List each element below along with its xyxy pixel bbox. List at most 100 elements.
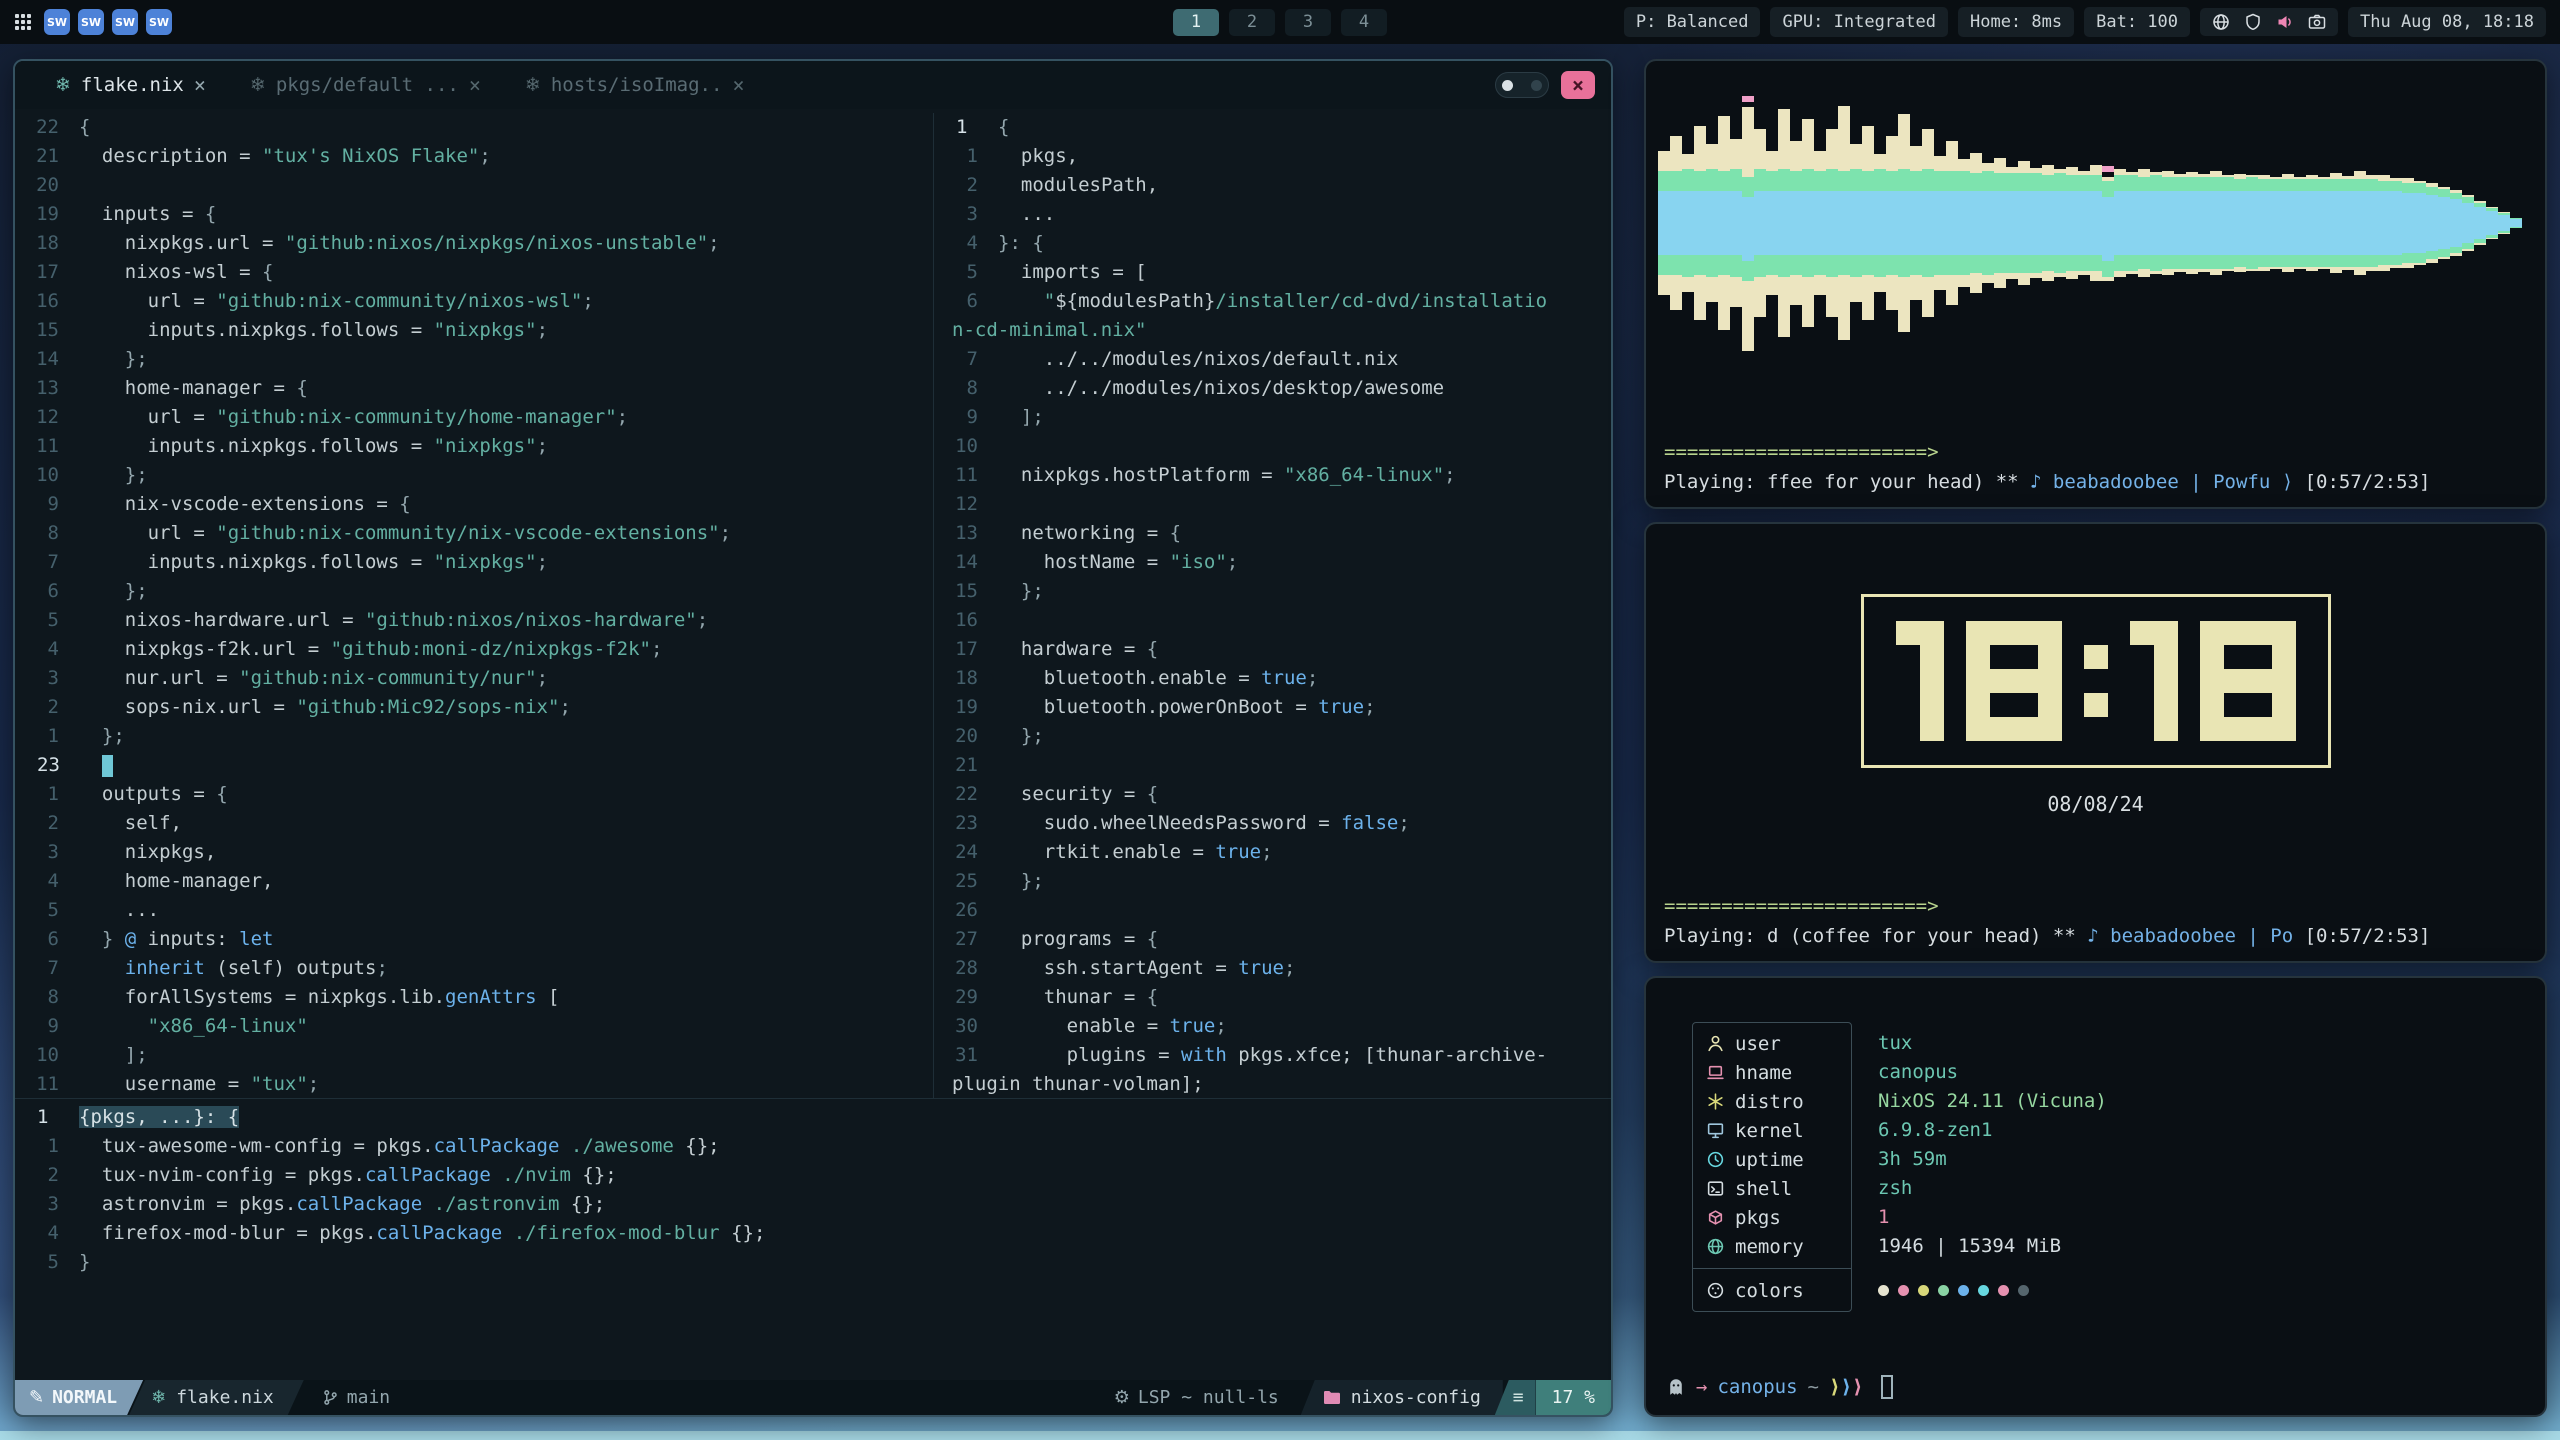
screenshot-icon[interactable] [2308, 13, 2326, 31]
fetch-value: zsh [1878, 1174, 2107, 1203]
code-line: 7 inherit (self) outputs; [15, 954, 933, 983]
close-tab-icon[interactable]: × [194, 73, 206, 97]
visualizer-bar [2066, 73, 2078, 373]
code-line: 5 nixos-hardware.url = "github:nixos/nix… [15, 606, 933, 635]
visualizer-bar [2366, 73, 2378, 373]
code-line: 23 [15, 751, 933, 780]
buffer-tabs: ❄flake.nix× ❄pkgs/default ...× ❄hosts/isoI… [55, 73, 744, 97]
clock-digit [1966, 621, 2062, 741]
status-pills: P: BalancedGPU: IntegratedHome: 8msBat: … [1624, 7, 2190, 37]
visualizer-bar [2090, 73, 2102, 373]
code-line: plugin thunar-volman]; [934, 1070, 1611, 1098]
nix-icon: ❄ [525, 74, 541, 96]
visualizer-bar [2294, 73, 2306, 373]
code-line: 3 nur.url = "github:nix-community/nur"; [15, 664, 933, 693]
neovim-window: ❄flake.nix×❄pkgs/default ...×❄hosts/isoI… [13, 59, 1613, 1417]
workspace-app-icon[interactable]: SW [112, 9, 138, 35]
code-line: 1{pkgs, ...}: { [15, 1103, 1611, 1132]
code-line: 9 ]; [934, 403, 1611, 432]
shell-prompt[interactable]: → canopus ~ ⟩⟩⟩ [1666, 1375, 1893, 1399]
code-line: 24 rtkit.enable = true; [934, 838, 1611, 867]
audio-visualizer [1658, 73, 2545, 373]
code-line: 28 ssh.startAgent = true; [934, 954, 1611, 983]
visualizer-bar [2210, 73, 2222, 373]
clock[interactable]: Thu Aug 08, 18:18 [2348, 7, 2546, 37]
close-tab-icon[interactable]: × [732, 73, 744, 97]
visualizer-bar [2474, 73, 2486, 373]
visualizer-bar [2174, 73, 2186, 373]
terminal-cursor [1881, 1375, 1893, 1399]
visualizer-bar [2102, 73, 2114, 373]
code-line: 10 [934, 432, 1611, 461]
visualizer-bar [2270, 73, 2282, 373]
visualizer-bar [2054, 73, 2066, 373]
palette-dot [1938, 1285, 1949, 1296]
user-icon [1706, 1034, 1725, 1053]
code-line: 1 tux-awesome-wm-config = pkgs.callPacka… [15, 1132, 1611, 1161]
clock-digit [2084, 621, 2108, 741]
editor-cursor [102, 755, 113, 777]
tag-button[interactable]: 3 [1285, 9, 1331, 36]
visualizer-bar [1910, 73, 1922, 373]
buffer-tab[interactable]: ❄flake.nix× [55, 73, 206, 97]
code-line: 27 programs = { [934, 925, 1611, 954]
workspace-app-icon[interactable]: SW [44, 9, 70, 35]
code-line: n-cd-minimal.nix" [934, 316, 1611, 345]
workspace-app-icon[interactable]: SW [78, 9, 104, 35]
buffer-tab[interactable]: ❄hosts/isoImag..× [525, 73, 745, 97]
close-window-button[interactable]: × [1561, 71, 1595, 99]
code-line: 3 astronvim = pkgs.callPackage ./astronv… [15, 1190, 1611, 1219]
status-pill: Bat: 100 [2084, 7, 2190, 37]
pane-iso-image[interactable]: 1{1 pkgs,2 modulesPath,3 ...4}: {5 impor… [934, 113, 1611, 1098]
visualizer-bar [1658, 73, 1670, 373]
code-line: 6 }; [15, 577, 933, 606]
volume-icon[interactable] [2276, 13, 2294, 31]
visualizer-bar [1730, 73, 1742, 373]
code-line: 20 [15, 171, 933, 200]
snowflake-icon [1706, 1092, 1725, 1111]
app-launcher-icon[interactable] [14, 13, 32, 31]
visualizer-bar [1922, 73, 1934, 373]
visualizer-bar [2114, 73, 2126, 373]
fetch-value: 1946 | 15394 MiB [1878, 1232, 2107, 1261]
fetch-label: user [1735, 1033, 1781, 1055]
code-line: 21 description = "tux's NixOS Flake"; [15, 142, 933, 171]
cava-visualizer-window: =======================> Playing: ffee f… [1644, 59, 2547, 509]
visualizer-bar [1898, 73, 1910, 373]
tag-button[interactable]: 4 [1341, 9, 1387, 36]
workspace-app-icon[interactable]: SW [146, 9, 172, 35]
topbar-right: P: BalancedGPU: IntegratedHome: 8msBat: … [1624, 7, 2546, 37]
clock-now-playing: =======================> Playing: d (cof… [1646, 895, 2545, 961]
tag-button[interactable]: 1 [1173, 9, 1219, 36]
code-line: 10 }; [15, 461, 933, 490]
shield-icon[interactable] [2244, 13, 2262, 31]
folder-icon [1323, 1390, 1341, 1405]
visualizer-bar [1970, 73, 1982, 373]
code-line: 14 hostName = "iso"; [934, 548, 1611, 577]
lsp-status: ⚙LSP ~ null-ls [1092, 1380, 1301, 1415]
visualizer-bar [2306, 73, 2318, 373]
code-line: 31 plugins = with pkgs.xfce; [thunar-arc… [934, 1041, 1611, 1070]
visualizer-bar [2018, 73, 2030, 373]
package-icon [1706, 1208, 1725, 1227]
visualizer-bar [2282, 73, 2294, 373]
topbar: SW SW SW SW 1234 P: BalancedGPU: Integrated… [0, 0, 2560, 44]
pane-pkgs-default[interactable]: 1{pkgs, ...}: {1 tux-awesome-wm-config =… [15, 1098, 1611, 1380]
theme-toggle[interactable] [1495, 72, 1549, 98]
close-tab-icon[interactable]: × [469, 73, 481, 97]
network-icon[interactable] [2212, 13, 2230, 31]
track-progress: =======================> [1664, 895, 2527, 917]
status-pill: GPU: Integrated [1770, 7, 1948, 37]
fetch-row: hname [1693, 1058, 1851, 1087]
pane-flake-nix[interactable]: 22{21 description = "tux's NixOS Flake";… [15, 113, 933, 1098]
statusline-file: ❄flake.nix [129, 1380, 304, 1415]
visualizer-bar [2390, 73, 2402, 373]
visualizer-bar [2150, 73, 2162, 373]
prompt-arrow: → [1696, 1376, 1707, 1398]
visualizer-bar [2378, 73, 2390, 373]
buffer-tab[interactable]: ❄pkgs/default ...× [250, 73, 481, 97]
code-line: 19 inputs = { [15, 200, 933, 229]
tag-button[interactable]: 2 [1229, 9, 1275, 36]
visualizer-bar [2438, 73, 2450, 373]
fetch-value: tux [1878, 1029, 2107, 1058]
